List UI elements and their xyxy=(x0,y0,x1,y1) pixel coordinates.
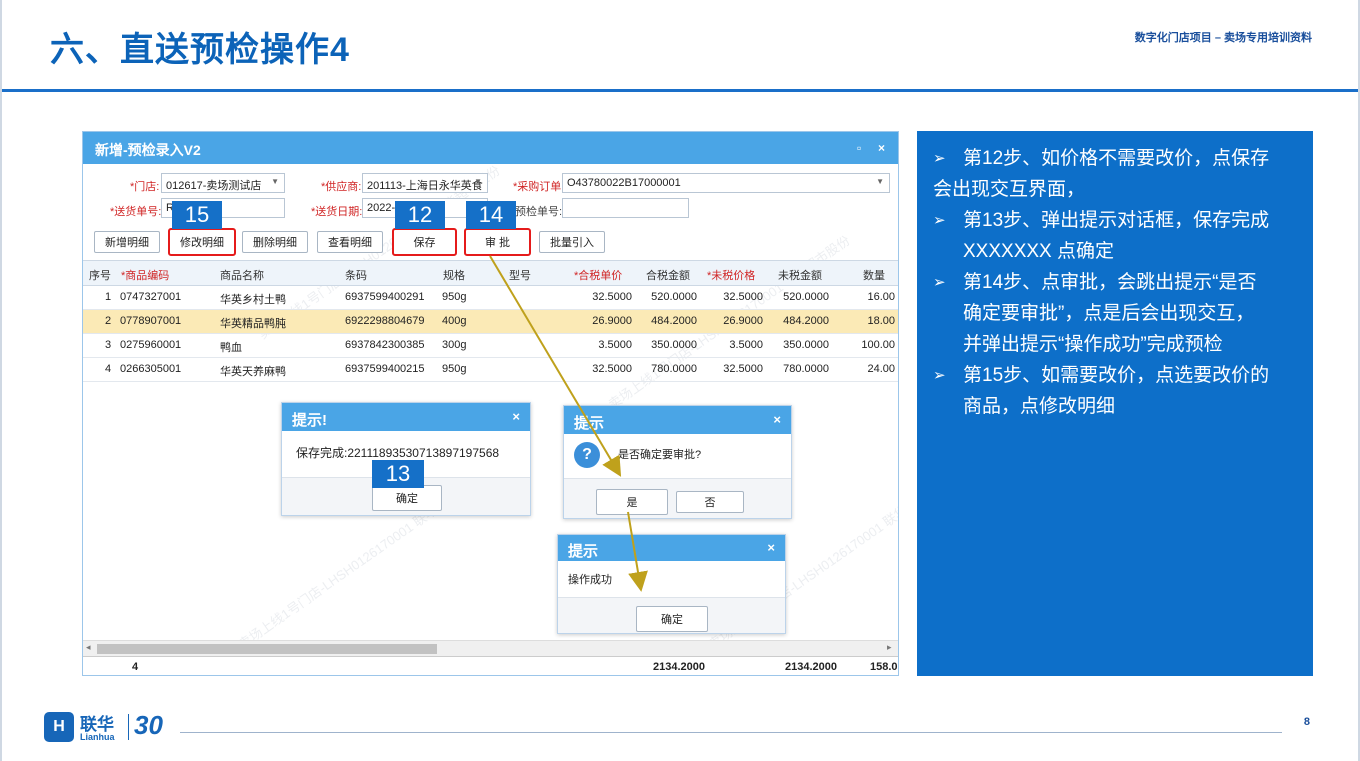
instruction-panel: ➢ 第12步、如价格不需要改价，点保存 会出现交互界面， ➢ 第13步、弹出提示对… xyxy=(917,131,1313,676)
instruction-step-15: ➢ 第15步、如需要改价，点选要改价的 商品，点修改明细 xyxy=(933,360,1297,422)
footer-divider xyxy=(180,732,1282,733)
arrow-approve-to-confirm xyxy=(489,255,622,477)
instruction-line: 第13步、弹出提示对话框，保存完成 xyxy=(963,210,1270,231)
instruction-step-13: ➢ 第13步、弹出提示对话框，保存完成 XXXXXXX 点确定 xyxy=(933,205,1297,267)
logo-en: Lianhua xyxy=(80,732,115,742)
arrow-bullet-icon: ➢ xyxy=(933,150,946,167)
instruction-step-14: ➢ 第14步、点审批，会跳出提示“是否 确定要审批”，点是后会出现交互， 并弹出… xyxy=(933,267,1297,360)
arrow-confirm-to-success xyxy=(627,511,648,592)
instruction-line: 第14步、点审批，会跳出提示“是否 xyxy=(963,272,1257,293)
instruction-line: 第12步、如价格不需要改价，点保存 xyxy=(963,148,1270,169)
logo-separator xyxy=(128,714,129,740)
instruction-line: 并弹出提示“操作成功”完成预检 xyxy=(963,334,1223,355)
arrow-bullet-icon: ➢ xyxy=(933,212,946,229)
instruction-line: 商品，点修改明细 xyxy=(963,396,1116,417)
instruction-line: 确定要审批”，点是后会出现交互， xyxy=(963,303,1255,324)
arrow-bullet-icon: ➢ xyxy=(933,274,946,291)
lianhua-logo-icon: H xyxy=(44,712,74,742)
arrow-bullet-icon: ➢ xyxy=(933,367,946,384)
instruction-line: 第15步、如需要改价，点选要改价的 xyxy=(963,365,1270,386)
anniversary-logo: 30 xyxy=(134,710,163,740)
instruction-step-12: ➢ 第12步、如价格不需要改价，点保存 会出现交互界面， xyxy=(933,143,1297,205)
page-number: 8 xyxy=(1303,716,1310,728)
instruction-line: 会出现交互界面， xyxy=(933,179,1086,200)
instruction-line: XXXXXXX 点确定 xyxy=(963,241,1114,262)
